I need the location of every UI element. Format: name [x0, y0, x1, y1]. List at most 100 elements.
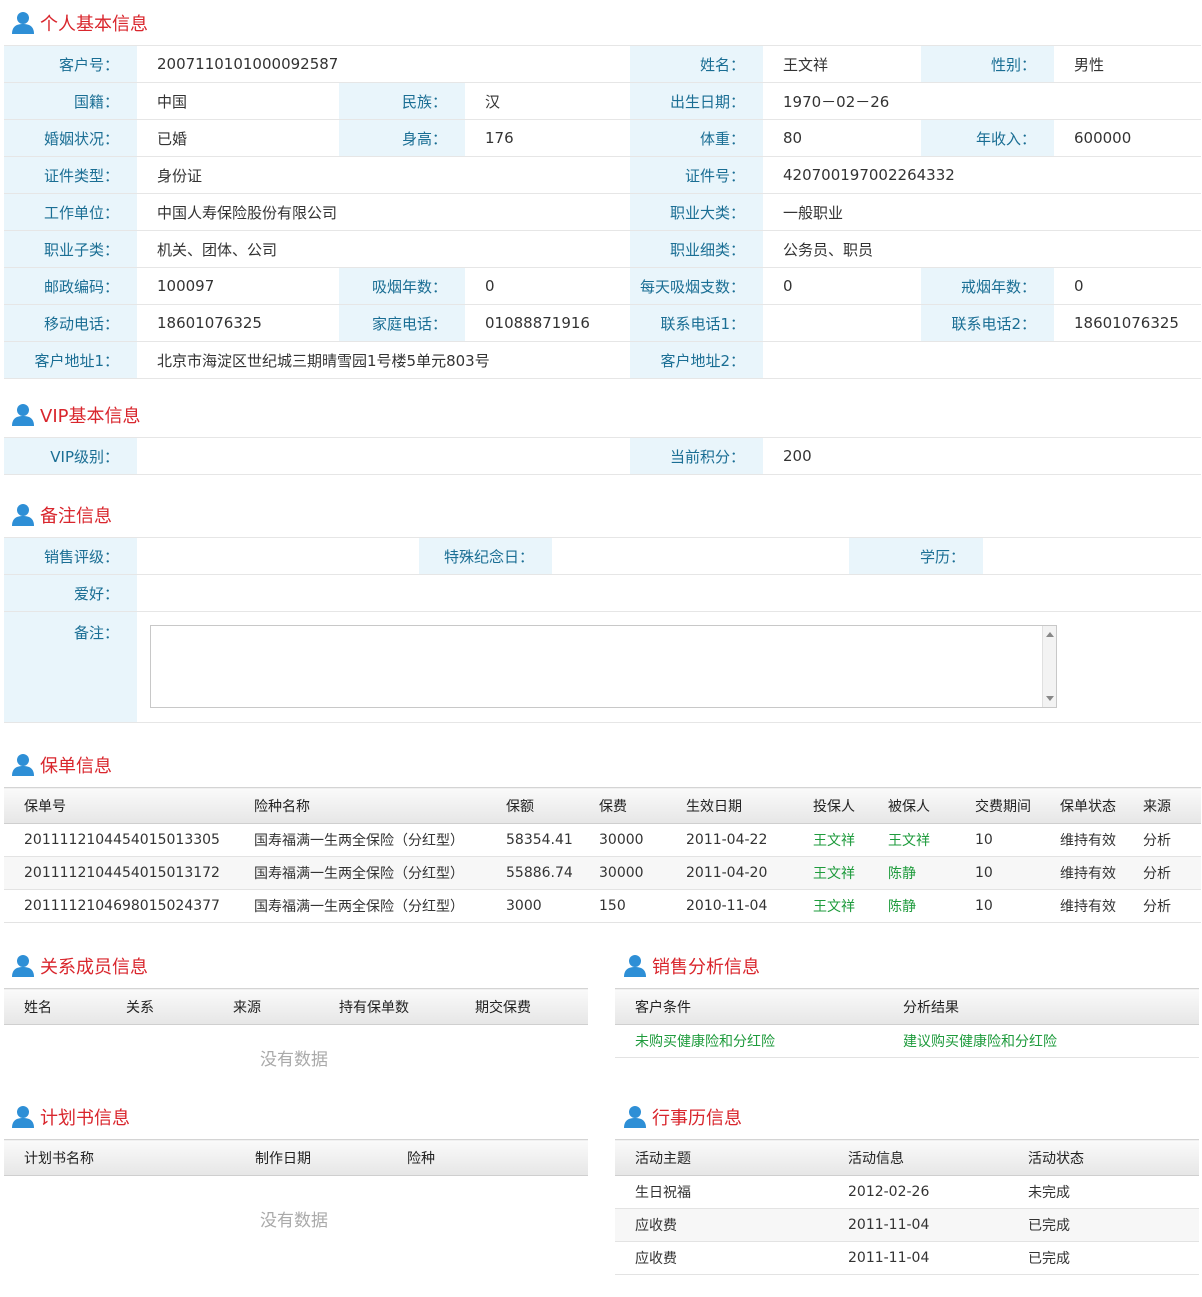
points-value: 200: [763, 437, 1201, 475]
anniv-label: 特殊纪念日：: [419, 537, 552, 575]
table-row[interactable]: 2011112104454015013305 国寿福满一生两全保险（分红型） 583…: [4, 823, 1201, 857]
name-label: 姓名：: [630, 45, 763, 83]
income-value: 600000: [1054, 119, 1201, 157]
income-label: 年收入：: [921, 119, 1054, 157]
nationality-value: 中国: [137, 82, 339, 120]
section-title-relation: 关系成员信息: [10, 953, 148, 979]
col-header[interactable]: 来源: [213, 988, 319, 1025]
insured-link[interactable]: 王文祥: [868, 823, 955, 857]
hobby-value: [137, 574, 1201, 612]
memo-scrollbar[interactable]: [1042, 626, 1056, 707]
name-value: 王文祥: [763, 45, 921, 83]
policy-table: 保单号 险种名称 保额 保费 生效日期 投保人 被保人 交费期间 保单状态 来源 20111121…: [4, 787, 1201, 923]
height-value: 176: [465, 119, 630, 157]
section-title-remark: 备注信息: [10, 502, 112, 528]
smoke-years-value: 0: [465, 267, 630, 305]
col-header[interactable]: 投保人: [793, 787, 868, 824]
col-header[interactable]: 计划书名称: [4, 1139, 235, 1176]
col-header[interactable]: 活动主题: [615, 1139, 828, 1176]
memo-textarea[interactable]: [150, 625, 1057, 708]
col-header[interactable]: 保额: [486, 787, 579, 824]
vip-level-label: VIP级别：: [4, 437, 137, 475]
scroll-down-icon[interactable]: [1046, 696, 1054, 701]
employer-value: 中国人寿保险股份有限公司: [137, 193, 630, 231]
activity-subject: 应收费: [615, 1208, 828, 1242]
col-header[interactable]: 保费: [579, 787, 666, 824]
table-row[interactable]: 2011112104698015024377 国寿福满一生两全保险（分红型） 300…: [4, 889, 1201, 923]
nationality-label: 国籍：: [4, 82, 137, 120]
table-row[interactable]: 应收费 2011-11-04 已完成: [615, 1241, 1199, 1275]
phone2-value: 18601076325: [1054, 304, 1201, 342]
insured-link[interactable]: 陈静: [868, 889, 955, 923]
rating-label: 销售评级：: [4, 537, 137, 575]
col-header[interactable]: 制作日期: [235, 1139, 387, 1176]
scroll-up-icon[interactable]: [1046, 632, 1054, 637]
ethnic-value: 汉: [465, 82, 630, 120]
mobile-value: 18601076325: [137, 304, 339, 342]
section-title-vip: VIP基本信息: [10, 402, 140, 428]
effective-date: 2011-04-22: [666, 823, 793, 857]
applicant-link[interactable]: 王文祥: [793, 889, 868, 923]
applicant-link[interactable]: 王文祥: [793, 856, 868, 890]
points-label: 当前积分：: [630, 437, 763, 475]
idtype-label: 证件类型：: [4, 156, 137, 194]
personal-info-table: 客户号： 2007110101000092587 姓名： 王文祥 性别： 男性 …: [4, 45, 1201, 379]
col-header[interactable]: 活动状态: [1008, 1139, 1199, 1176]
col-header[interactable]: 被保人: [868, 787, 955, 824]
col-header[interactable]: 交费期间: [955, 787, 1040, 824]
section-title-text: 关系成员信息: [40, 957, 148, 978]
col-header[interactable]: 险种: [387, 1139, 588, 1176]
addr1-label: 客户地址1：: [4, 341, 137, 379]
condition-link[interactable]: 未购买健康险和分红险: [615, 1024, 883, 1058]
col-header[interactable]: 来源: [1123, 787, 1201, 824]
col-header[interactable]: 关系: [106, 988, 213, 1025]
ethnic-label: 民族：: [339, 82, 465, 120]
col-header[interactable]: 生效日期: [666, 787, 793, 824]
occ-detail-value: 公务员、职员: [763, 230, 1201, 268]
source: 分析: [1123, 856, 1201, 890]
calendar-table: 活动主题 活动信息 活动状态 生日祝福 2012-02-26 未完成 应收费 2011-…: [615, 1139, 1199, 1275]
pay-period: 10: [955, 856, 1040, 890]
col-header[interactable]: 险种名称: [234, 787, 486, 824]
memo-label: 备注：: [4, 611, 137, 723]
effective-date: 2010-11-04: [666, 889, 793, 923]
pay-period: 10: [955, 823, 1040, 857]
col-header[interactable]: 客户条件: [615, 988, 883, 1025]
activity-info: 2012-02-26: [828, 1175, 1008, 1209]
col-header[interactable]: 保单状态: [1040, 787, 1123, 824]
table-row[interactable]: 2011112104454015013172 国寿福满一生两全保险（分红型） 558…: [4, 856, 1201, 890]
col-header[interactable]: 期交保费: [455, 988, 588, 1025]
addr2-value: [763, 341, 1201, 379]
quit-years-label: 戒烟年数：: [921, 267, 1054, 305]
applicant-link[interactable]: 王文祥: [793, 823, 868, 857]
col-header[interactable]: 分析结果: [883, 988, 1199, 1025]
table-row[interactable]: 生日祝福 2012-02-26 未完成: [615, 1175, 1199, 1209]
table-row[interactable]: 未购买健康险和分红险 建议购买健康险和分红险: [615, 1024, 1199, 1058]
col-header[interactable]: 保单号: [4, 787, 234, 824]
occ-sub-label: 职业子类：: [4, 230, 137, 268]
quit-years-value: 0: [1054, 267, 1201, 305]
user-icon: [622, 1104, 648, 1130]
edu-label: 学历：: [849, 537, 983, 575]
col-header[interactable]: 姓名: [4, 988, 106, 1025]
user-icon: [10, 402, 36, 428]
home-phone-value: 01088871916: [465, 304, 630, 342]
birth-label: 出生日期：: [630, 82, 763, 120]
policy-no: 2011112104454015013305: [4, 823, 234, 857]
edu-value: [983, 537, 1201, 575]
marital-label: 婚姻状况：: [4, 119, 137, 157]
section-title-plan: 计划书信息: [10, 1104, 130, 1130]
col-header[interactable]: 持有保单数: [319, 988, 455, 1025]
table-row[interactable]: 应收费 2011-11-04 已完成: [615, 1208, 1199, 1242]
effective-date: 2011-04-20: [666, 856, 793, 890]
premium: 150: [579, 889, 666, 923]
user-icon: [10, 953, 36, 979]
rating-value: [137, 537, 419, 575]
result-link[interactable]: 建议购买健康险和分红险: [883, 1024, 1199, 1058]
idno-value: 420700197002264332: [763, 156, 1201, 194]
pay-period: 10: [955, 889, 1040, 923]
col-header[interactable]: 活动信息: [828, 1139, 1008, 1176]
vip-level-value: [137, 437, 630, 475]
insured-link[interactable]: 陈静: [868, 856, 955, 890]
weight-value: 80: [763, 119, 921, 157]
